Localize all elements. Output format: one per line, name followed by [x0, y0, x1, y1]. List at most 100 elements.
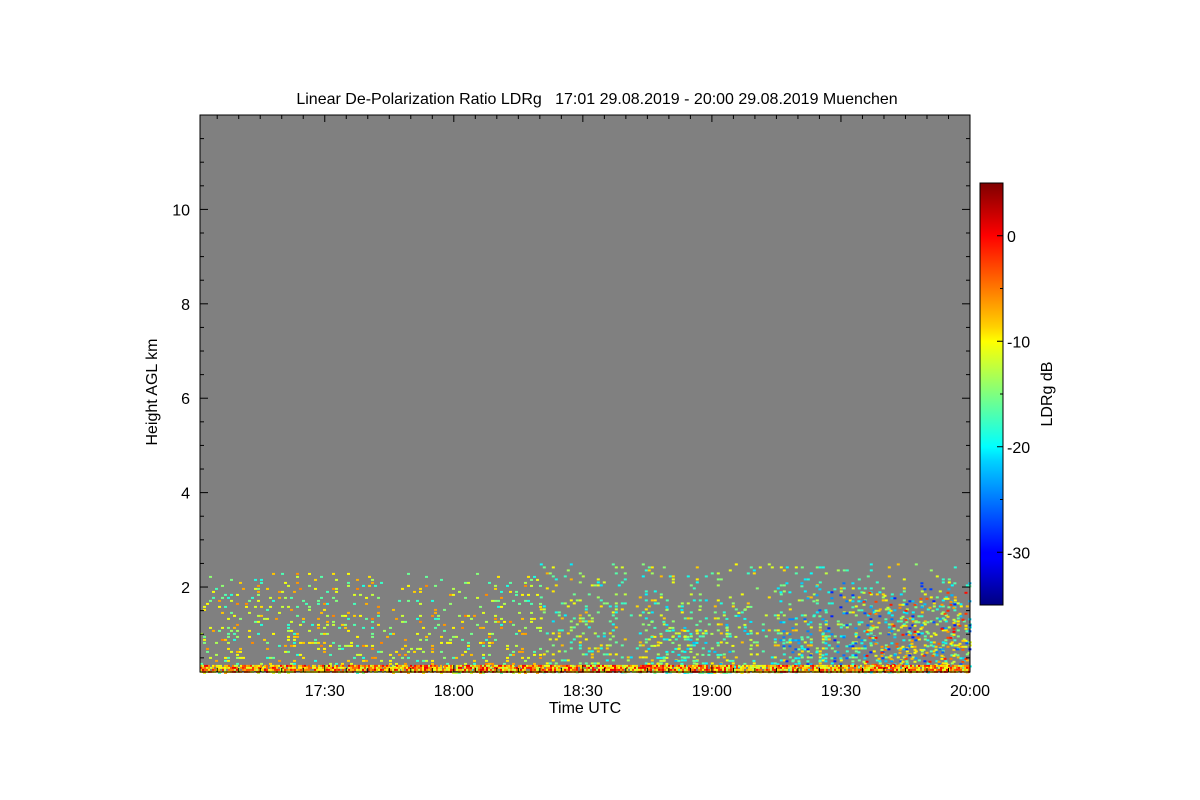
- heatmap-cell: [689, 644, 693, 647]
- heatmap-cell: [800, 638, 804, 641]
- heatmap-cell: [230, 593, 233, 596]
- heatmap-cell: [836, 668, 838, 671]
- heatmap-cell: [365, 659, 368, 662]
- heatmap-cell: [725, 623, 729, 626]
- heatmap-cell: [788, 633, 792, 636]
- heatmap-cell: [206, 668, 208, 671]
- heatmap-cell: [272, 632, 275, 635]
- heatmap-cell: [854, 642, 858, 645]
- heatmap-cell: [431, 647, 434, 650]
- heatmap-cell: [940, 627, 944, 630]
- heatmap-cell: [386, 666, 388, 669]
- heatmap-cell: [650, 620, 654, 623]
- heatmap-cell: [395, 650, 398, 653]
- heatmap-cell: [893, 654, 897, 657]
- heatmap-cell: [865, 660, 869, 663]
- heatmap-cell: [719, 602, 723, 605]
- heatmap-cell: [431, 614, 434, 617]
- heatmap-cell: [536, 666, 538, 669]
- heatmap-cell: [650, 599, 654, 602]
- heatmap-cell: [966, 668, 968, 671]
- heatmap-cell: [662, 638, 666, 641]
- heatmap-cell: [488, 662, 491, 665]
- heatmap-cell: [854, 627, 858, 630]
- heatmap-cell: [718, 668, 720, 671]
- heatmap-cell: [404, 638, 407, 641]
- heatmap-cell: [932, 641, 936, 644]
- heatmap-cell: [788, 639, 792, 642]
- heatmap-cell: [300, 666, 302, 669]
- heatmap-cell: [952, 627, 956, 630]
- heatmap-cell: [898, 603, 902, 606]
- heatmap-cell: [578, 662, 582, 665]
- heatmap-cell: [371, 617, 374, 620]
- heatmap-cell: [910, 639, 914, 642]
- heatmap-cell: [606, 666, 608, 669]
- heatmap-cell: [959, 605, 963, 608]
- heatmap-cell: [824, 642, 828, 645]
- heatmap-cell: [257, 590, 260, 593]
- heatmap-cell: [586, 664, 588, 667]
- heatmap-cell: [887, 623, 891, 626]
- heatmap-cell: [964, 666, 966, 669]
- heatmap-cell: [654, 666, 656, 669]
- heatmap-cell: [812, 600, 816, 603]
- heatmap-cell: [901, 615, 905, 618]
- heatmap-cell: [647, 647, 651, 650]
- heatmap-cell: [683, 617, 687, 620]
- heatmap-cell: [695, 578, 699, 581]
- heatmap-cell: [470, 664, 472, 667]
- heatmap-cell: [611, 623, 615, 626]
- heatmap-cell: [250, 664, 252, 667]
- heatmap-cell: [588, 668, 590, 671]
- heatmap-cell: [371, 626, 374, 629]
- heatmap-cell: [677, 653, 681, 656]
- heatmap-cell: [910, 657, 914, 660]
- heatmap-cell: [756, 664, 758, 667]
- heatmap-cell: [380, 659, 383, 662]
- heatmap-cell: [913, 651, 917, 654]
- heatmap-cell: [212, 596, 215, 599]
- heatmap-cell: [554, 611, 558, 614]
- heatmap-cell: [929, 620, 933, 623]
- heatmap-cell: [662, 668, 664, 671]
- heatmap-cell: [808, 666, 810, 669]
- heatmap-cell: [562, 668, 564, 671]
- heatmap-cell: [275, 617, 278, 620]
- heatmap-cell: [680, 602, 684, 605]
- heatmap-cell: [504, 664, 506, 667]
- heatmap-cell: [890, 666, 892, 669]
- heatmap-cell: [743, 629, 747, 632]
- heatmap-cell: [916, 630, 920, 633]
- heatmap-cell: [206, 664, 208, 667]
- heatmap-cell: [860, 666, 862, 669]
- heatmap-cell: [809, 644, 813, 647]
- heatmap-cell: [838, 666, 840, 669]
- heatmap-cell: [605, 653, 609, 656]
- heatmap-cell: [474, 664, 476, 667]
- heatmap-cell: [551, 632, 555, 635]
- heatmap-cell: [222, 666, 224, 669]
- heatmap-cell: [305, 602, 308, 605]
- heatmap-cell: [323, 608, 326, 611]
- heatmap-cell: [914, 657, 918, 660]
- heatmap-cell: [779, 632, 783, 635]
- heatmap-cell: [880, 645, 884, 648]
- heatmap-cell: [570, 668, 572, 671]
- heatmap-cell: [257, 584, 260, 587]
- heatmap-cell: [901, 645, 905, 648]
- heatmap-cell: [494, 587, 497, 590]
- heatmap-cell: [964, 612, 968, 615]
- heatmap-cell: [203, 635, 206, 638]
- heatmap-cell: [230, 650, 233, 653]
- heatmap-cell: [892, 668, 894, 671]
- heatmap-cell: [491, 599, 494, 602]
- heatmap-cell: [596, 668, 598, 671]
- chart-title: Linear De-Polarization Ratio LDRg 17:01 …: [296, 91, 897, 108]
- heatmap-cell: [815, 594, 819, 597]
- heatmap-cell: [794, 639, 798, 642]
- heatmap-cell: [296, 668, 298, 671]
- heatmap-cell: [358, 666, 360, 669]
- heatmap-cell: [546, 666, 548, 669]
- heatmap-cell: [224, 664, 226, 667]
